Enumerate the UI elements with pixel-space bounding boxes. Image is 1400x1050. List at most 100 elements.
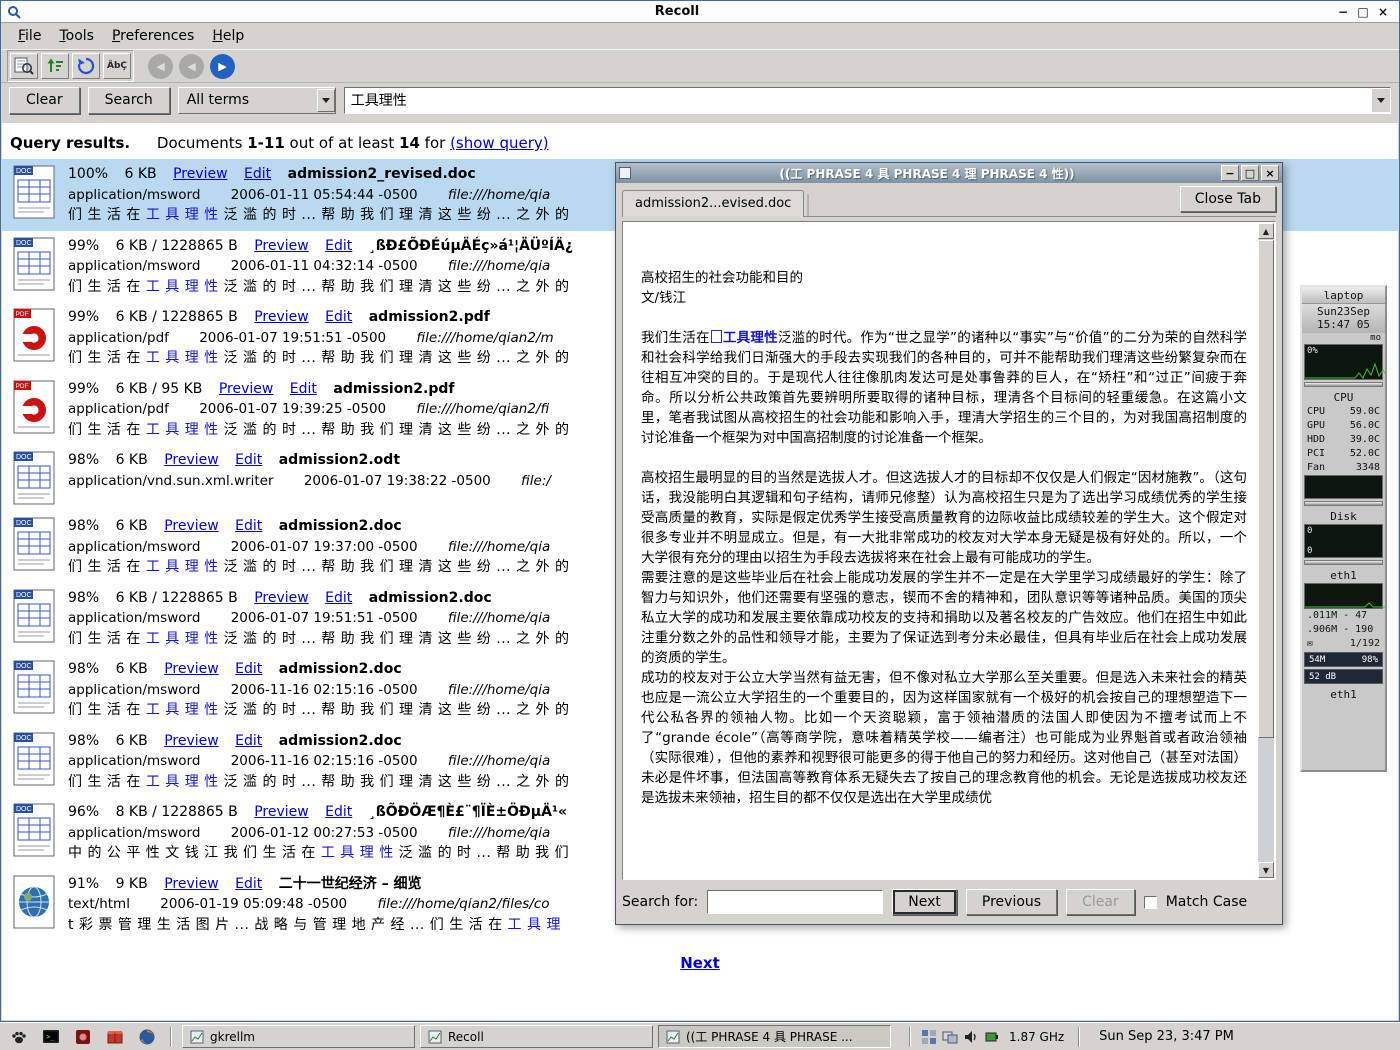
preview-link[interactable]: Preview — [164, 661, 219, 677]
close-tab-button[interactable]: Close Tab — [1180, 186, 1276, 212]
preview-text-panel: 高校招生的社会功能和目的 文/钱江 我们生活在工具理性泛滥的时代。作为“世之显学… — [622, 221, 1276, 880]
preview-link[interactable]: Preview — [219, 381, 274, 397]
clear-button[interactable]: Clear — [9, 87, 80, 114]
snippet-highlight: 工 具 理 性 — [146, 422, 219, 438]
taskbar-separator — [170, 1027, 172, 1047]
doc-paragraph: 我们生活在工具理性泛滥的时代。作为“世之显学”的诸种以“事实”与“价值”的二分为… — [641, 328, 1247, 448]
find-previous-button[interactable]: Previous — [966, 889, 1057, 915]
advanced-search-button[interactable] — [10, 53, 38, 79]
task-button[interactable]: ((工 PHRASE 4 具 PHRASE ... — [658, 1025, 891, 1048]
edit-link[interactable]: Edit — [235, 876, 262, 892]
find-clear-button[interactable]: Clear — [1066, 889, 1135, 915]
result-size: 6 KB / 1228865 B — [116, 590, 238, 606]
menu-item[interactable]: Help — [203, 26, 253, 46]
paw-icon[interactable] — [5, 1025, 32, 1048]
disk-read-label: 0 — [1307, 526, 1312, 536]
preview-link[interactable]: Preview — [254, 804, 309, 820]
result-date: 2006-01-07 19:38:22 -0500 — [304, 473, 491, 489]
edit-link[interactable]: Edit — [235, 518, 262, 534]
edit-link[interactable]: Edit — [235, 452, 262, 468]
search-button[interactable]: Search — [88, 87, 170, 114]
result-size: 8 KB / 1228865 B — [116, 804, 238, 820]
edit-link[interactable]: Edit — [325, 309, 352, 325]
menu-item[interactable]: Preferences — [103, 26, 203, 46]
volume-icon[interactable] — [963, 1029, 979, 1045]
preview-link[interactable]: Preview — [173, 166, 228, 182]
preview-document-text[interactable]: 高校招生的社会功能和目的 文/钱江 我们生活在工具理性泛滥的时代。作为“世之显学… — [625, 224, 1257, 877]
scrollbar-thumb[interactable] — [1258, 240, 1274, 738]
preview-link[interactable]: Preview — [254, 590, 309, 606]
net-chart — [1304, 583, 1383, 609]
workspace-icon[interactable] — [942, 1029, 958, 1045]
match-case-checkbox[interactable] — [1144, 896, 1157, 909]
main-titlebar[interactable]: Recoll − □ × — [1, 1, 1399, 23]
snippet-highlight: 工 具 理 性 — [321, 845, 394, 861]
sort-parameters-button[interactable] — [41, 53, 69, 79]
nav-first-button[interactable]: ◀ — [148, 54, 173, 79]
next-page-link[interactable]: Next — [680, 954, 720, 972]
nav-forward-button[interactable]: ▶ — [210, 54, 235, 79]
query-history-dropdown-icon[interactable] — [1372, 89, 1390, 112]
scroll-down-icon[interactable]: ▼ — [1258, 862, 1274, 878]
preview-minimize-button[interactable]: − — [1221, 165, 1239, 181]
result-url: file:///home/qia — [448, 539, 550, 555]
preview-link[interactable]: Preview — [164, 518, 219, 534]
result-mimetype: application/msword — [68, 753, 200, 769]
preview-link[interactable]: Preview — [164, 733, 219, 749]
result-size: 6 KB — [116, 661, 148, 677]
firefox-icon[interactable] — [133, 1025, 160, 1048]
file-type-icon: DOC PDF — [8, 450, 68, 506]
results-title: Query results. — [10, 134, 130, 152]
edit-link[interactable]: Edit — [290, 381, 317, 397]
edit-link[interactable]: Edit — [244, 166, 271, 182]
media-player-icon[interactable] — [69, 1025, 96, 1048]
update-index-button[interactable] — [72, 53, 100, 79]
svg-text:DOC: DOC — [16, 735, 32, 742]
nav-back-button[interactable]: ◀ — [179, 54, 204, 79]
preview-link[interactable]: Preview — [254, 309, 309, 325]
menu-item[interactable]: File — [9, 26, 50, 46]
result-url: file:///home/qia — [448, 187, 550, 203]
edit-link[interactable]: Edit — [235, 733, 262, 749]
close-button[interactable]: × — [1373, 3, 1393, 20]
preview-scrollbar[interactable]: ▲ ▼ — [1258, 223, 1274, 878]
package-icon[interactable] — [101, 1025, 128, 1048]
preview-link[interactable]: Preview — [254, 238, 309, 254]
result-mimetype: text/html — [68, 896, 130, 912]
edit-link[interactable]: Edit — [325, 238, 352, 254]
keyboard-layout-icon[interactable] — [921, 1029, 937, 1045]
cpu-chart: 0% — [1304, 344, 1383, 380]
edit-link[interactable]: Edit — [235, 661, 262, 677]
result-url: file:///home/qia — [448, 610, 550, 626]
edit-link[interactable]: Edit — [325, 804, 352, 820]
gkrellm-panel: laptop Sun23Sep 15:47 05 mo 0% CPU CPU 5… — [1300, 285, 1387, 772]
result-score: 99% — [68, 309, 99, 325]
find-input[interactable] — [707, 890, 883, 914]
snippet-highlight: 工 具 理 性 — [146, 631, 219, 647]
task-button[interactable]: gkrellm — [182, 1025, 415, 1048]
preview-tab[interactable]: admission2...evised.doc — [622, 190, 804, 217]
terminal-icon[interactable]: >_ — [37, 1025, 64, 1048]
preview-titlebar[interactable]: ((工 PHRASE 4 具 PHRASE 4 理 PHRASE 4 性)) −… — [616, 163, 1282, 183]
minimize-button[interactable]: − — [1333, 3, 1353, 20]
search-mode-select[interactable]: All terms — [178, 87, 336, 114]
preview-link[interactable]: Preview — [164, 452, 219, 468]
edit-link[interactable]: Edit — [325, 590, 352, 606]
show-query-link[interactable]: (show query) — [450, 134, 549, 152]
preview-close-button[interactable]: × — [1261, 165, 1279, 181]
sensor-value: 59.0C — [1350, 405, 1380, 419]
preview-maximize-button[interactable]: □ — [1241, 165, 1259, 181]
search-input[interactable] — [345, 89, 1372, 112]
find-next-button[interactable]: Next — [892, 889, 957, 915]
term-explorer-button[interactable]: ÂbÇ — [103, 53, 131, 79]
cpu-graph — [1305, 345, 1387, 379]
battery-icon[interactable] — [984, 1029, 1000, 1045]
task-button[interactable]: Recoll — [420, 1025, 653, 1048]
sensor-name: PCI — [1307, 447, 1325, 461]
maximize-button[interactable]: □ — [1353, 3, 1373, 20]
chevron-down-icon[interactable] — [317, 89, 335, 112]
preview-link[interactable]: Preview — [164, 876, 219, 892]
scroll-up-icon[interactable]: ▲ — [1258, 223, 1274, 239]
menu-item[interactable]: Tools — [50, 26, 103, 46]
system-tray: 1.87 GHz Sun Sep 23, 3:47 PM — [904, 1027, 1243, 1047]
